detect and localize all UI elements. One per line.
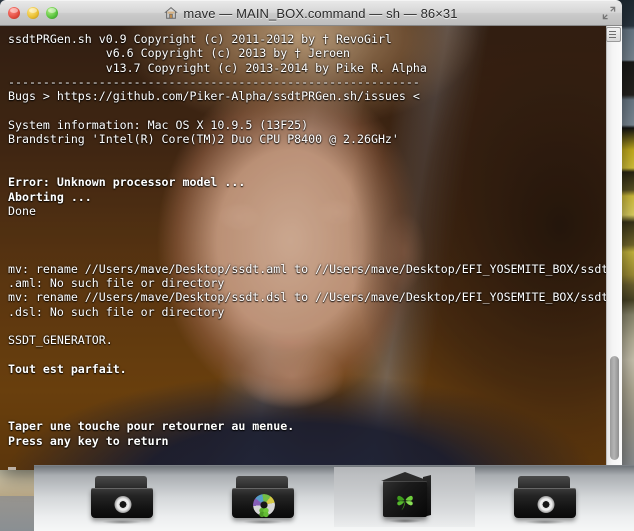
- dock-item-folder-disc-3[interactable]: [475, 467, 616, 527]
- clover-cube-icon: [379, 472, 431, 524]
- terminal-line: mv: rename //Users/mave/Desktop/ssdt.aml…: [8, 261, 609, 276]
- dock-item-folder-disc-2[interactable]: [193, 467, 334, 527]
- minimize-button[interactable]: [27, 7, 39, 19]
- terminal-line: .dsl: No such file or directory: [8, 304, 225, 319]
- block-cursor: [8, 467, 16, 470]
- black-folder-colored-disc-icon: [231, 476, 296, 525]
- terminal-line: Taper une touche pour retourner au menue…: [8, 419, 295, 434]
- window-titlebar[interactable]: mave — MAIN_BOX.command — sh — 86×31: [0, 0, 622, 26]
- terminal-output: ssdtPRGen.sh v0.9 Copyright (c) 2011-201…: [8, 32, 609, 448]
- black-folder-disc-icon: [513, 476, 578, 525]
- close-button[interactable]: [8, 7, 20, 19]
- terminal-line: ssdtPRGen.sh v0.9 Copyright (c) 2011-201…: [8, 32, 392, 46]
- terminal-line: Bugs > https://github.com/Piker-Alpha/ss…: [8, 89, 420, 104]
- window-title-group: mave — MAIN_BOX.command — sh — 86×31: [164, 6, 457, 21]
- window-resize-grip[interactable]: [606, 27, 621, 42]
- window-title-text: mave — MAIN_BOX.command — sh — 86×31: [183, 5, 458, 21]
- terminal-line: Brandstring 'Intel(R) Core(TM)2 Duo CPU …: [8, 132, 399, 147]
- terminal-line: .aml: No such file or directory: [8, 275, 225, 290]
- home-icon: [164, 6, 179, 19]
- dock-item-folder-disc-1[interactable]: [52, 467, 193, 527]
- terminal-body[interactable]: ssdtPRGen.sh v0.9 Copyright (c) 2011-201…: [0, 26, 622, 470]
- dock-items: [34, 466, 634, 531]
- clover-leaf-icon: [396, 495, 413, 511]
- zoom-button[interactable]: [46, 7, 58, 19]
- small-clover-icon: [258, 507, 269, 518]
- terminal-line: Aborting ...: [8, 189, 92, 204]
- terminal-line: v6.6 Copyright (c) 2013 by † Jeroen: [8, 46, 351, 61]
- terminal-line: mv: rename //Users/mave/Desktop/ssdt.dsl…: [8, 290, 609, 305]
- fullscreen-arrows-icon[interactable]: [602, 6, 616, 20]
- terminal-line: ----------------------------------------…: [8, 75, 420, 90]
- terminal-window: mave — MAIN_BOX.command — sh — 86×31 ssd…: [0, 0, 622, 470]
- scrollbar-thumb[interactable]: [610, 356, 619, 460]
- dock-item-clover[interactable]: [334, 467, 475, 527]
- screen: mave — MAIN_BOX.command — sh — 86×31 ssd…: [0, 0, 634, 531]
- black-folder-disc-icon: [90, 476, 155, 525]
- vertical-scrollbar[interactable]: [606, 26, 622, 470]
- terminal-line: v13.7 Copyright (c) 2013-2014 by Pike R.…: [8, 60, 427, 75]
- terminal-line: Press any key to return: [8, 433, 169, 448]
- terminal-line: System information: Mac OS X 10.9.5 (13F…: [8, 118, 309, 133]
- terminal-line: Tout est parfait.: [8, 361, 127, 376]
- terminal-line: Error: Unknown processor model ...: [8, 175, 246, 190]
- terminal-line: SSDT_GENERATOR.: [8, 333, 113, 348]
- window-controls: [8, 7, 58, 19]
- dock: [34, 465, 634, 531]
- terminal-line: Done: [8, 204, 36, 219]
